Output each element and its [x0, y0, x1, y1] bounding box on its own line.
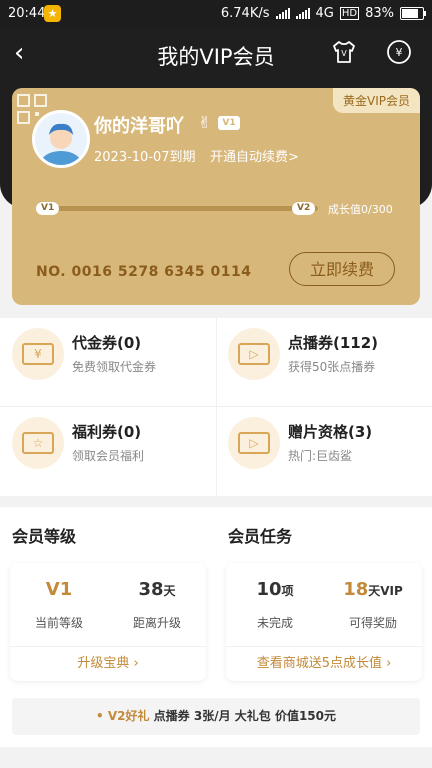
username: 你的洋哥吖: [94, 116, 184, 137]
status-bar: 20:44 ★ 6.74K/s 4G HD 83%: [0, 0, 432, 28]
svg-text:¥: ¥: [396, 46, 403, 59]
level-card[interactable]: V1 当前等级 38天 距离升级 升级宝典 ›: [10, 563, 206, 681]
coupon-label: 点播券(112): [288, 334, 379, 352]
avatar[interactable]: [32, 110, 90, 168]
exchange-icon[interactable]: ¥: [385, 38, 413, 66]
gift-box-icon: ▷: [228, 417, 280, 469]
status-time: 20:44: [8, 6, 46, 21]
signal-icon: [275, 8, 290, 19]
coupon-sub: 领取会员福利: [72, 449, 145, 463]
level-end-label: V2: [292, 202, 316, 215]
vip-card: 黄金VIP会员 你的洋哥吖 ✌ V1 2023-10-07到期 开通自动续费> …: [12, 88, 420, 305]
coupon-label: 代金券(0): [72, 334, 142, 352]
reward-days: 18天VIP 可得奖励: [343, 579, 403, 630]
vip-tier-tag: 黄金VIP会员: [333, 88, 420, 113]
status-right: 6.74K/s 4G HD 83%: [220, 6, 426, 21]
network-type: 4G: [315, 6, 334, 21]
coupon-welfare[interactable]: ☆ 福利券(0) 领取会员福利: [0, 407, 216, 496]
task-card[interactable]: 10项 未完成 18天VIP 可得奖励 查看商城送5点成长值 ›: [226, 563, 422, 681]
coupon-sub: 免费领取代金券: [72, 360, 157, 374]
coupon-vod[interactable]: ▷ 点播券(112) 获得50张点播券: [216, 318, 432, 407]
tshirt-icon[interactable]: V: [330, 38, 358, 66]
coupon-gift-film[interactable]: ▷ 赠片资格(3) 热门:巨齿鲨: [216, 407, 432, 496]
star-ticket-icon: ☆: [12, 417, 64, 469]
renew-button[interactable]: 立即续费: [289, 252, 395, 286]
hd-icon: HD: [339, 7, 360, 20]
signal-icon-2: [295, 8, 310, 19]
page-title: 我的VIP会员: [157, 45, 275, 69]
network-speed: 6.74K/s: [220, 6, 270, 21]
coupon-cash[interactable]: ¥ 代金券(0) 免费领取代金券: [0, 318, 216, 407]
task-section-title: 会员任务: [228, 527, 293, 546]
current-level: V1 当前等级: [34, 579, 83, 630]
member-sections: 会员等级 会员任务 V1 当前等级 38天 距离升级 升级宝典 › 10项 未完…: [0, 507, 432, 747]
battery-level: 83%: [365, 6, 394, 21]
coupon-sub: 热门:巨齿鲨: [288, 449, 353, 463]
mall-growth-link[interactable]: 查看商城送5点成长值 ›: [226, 646, 422, 681]
coupon-sub: 获得50张点播券: [288, 360, 376, 374]
hand-icon: ✌: [198, 113, 212, 132]
play-ticket-icon: ▷: [228, 328, 280, 380]
auto-renew-link[interactable]: 开通自动续费>: [210, 146, 299, 165]
growth-progress-bar: [38, 206, 318, 211]
card-number: NO. 0016 5278 6345 0114: [36, 264, 252, 280]
svg-text:V: V: [341, 49, 347, 58]
v2-gift-bar[interactable]: • V2好礼 点播券 3张/月 大礼包 价值150元: [12, 698, 420, 735]
level-section-title: 会员等级: [12, 527, 77, 546]
yuan-ticket-icon: ¥: [12, 328, 64, 380]
coupon-grid: ¥ 代金券(0) 免费领取代金券 ▷ 点播券(112) 获得50张点播券 ☆ 福…: [0, 318, 432, 496]
coupon-label: 福利券(0): [72, 423, 142, 441]
growth-value: 成长值0/300: [328, 203, 393, 216]
coupon-label: 赠片资格(3): [288, 423, 373, 441]
level-start-label: V1: [36, 202, 60, 215]
battery-icon: [400, 7, 426, 20]
days-to-upgrade: 38天 距离升级: [132, 579, 181, 630]
level-badge: V1: [218, 116, 240, 130]
incomplete-tasks: 10项 未完成: [256, 579, 294, 630]
upgrade-guide-link[interactable]: 升级宝典 ›: [10, 646, 206, 681]
app-notification-icon: ★: [44, 5, 61, 22]
expire-date: 2023-10-07到期: [94, 150, 196, 165]
